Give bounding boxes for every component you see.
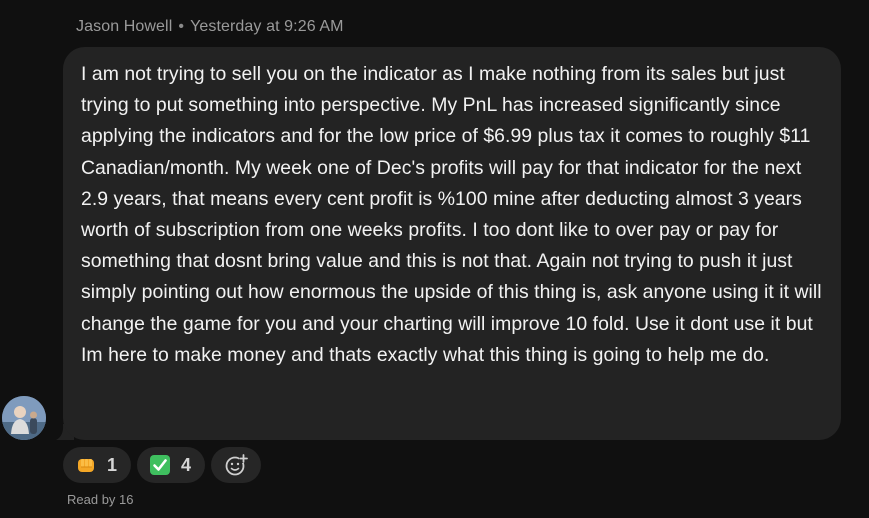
- add-emoji-icon: [225, 454, 249, 476]
- message-header: Jason Howell • Yesterday at 9:26 AM: [76, 18, 344, 36]
- separator-dot: •: [178, 18, 185, 35]
- message-bubble[interactable]: I am not trying to sell you on the indic…: [63, 47, 841, 440]
- sender-name[interactable]: Jason Howell: [76, 18, 172, 35]
- fist-bump-icon: [78, 459, 94, 472]
- reaction-check-mark[interactable]: 4: [137, 447, 206, 483]
- read-receipt: Read by 16: [67, 492, 134, 507]
- message-text: I am not trying to sell you on the indic…: [81, 63, 822, 366]
- reactions-bar: 1 4: [63, 447, 262, 483]
- reaction-fist-bump[interactable]: 1: [63, 447, 132, 483]
- check-mark-icon: [150, 455, 171, 475]
- avatar[interactable]: [2, 396, 46, 440]
- add-reaction-button[interactable]: [211, 447, 262, 483]
- reaction-count: 4: [181, 454, 192, 475]
- reaction-count: 1: [107, 454, 118, 475]
- avatar-photo-icon: [2, 396, 46, 440]
- chat-view: Jason Howell • Yesterday at 9:26 AM I am n…: [0, 0, 869, 518]
- message-timestamp: Yesterday at 9:26 AM: [190, 18, 344, 35]
